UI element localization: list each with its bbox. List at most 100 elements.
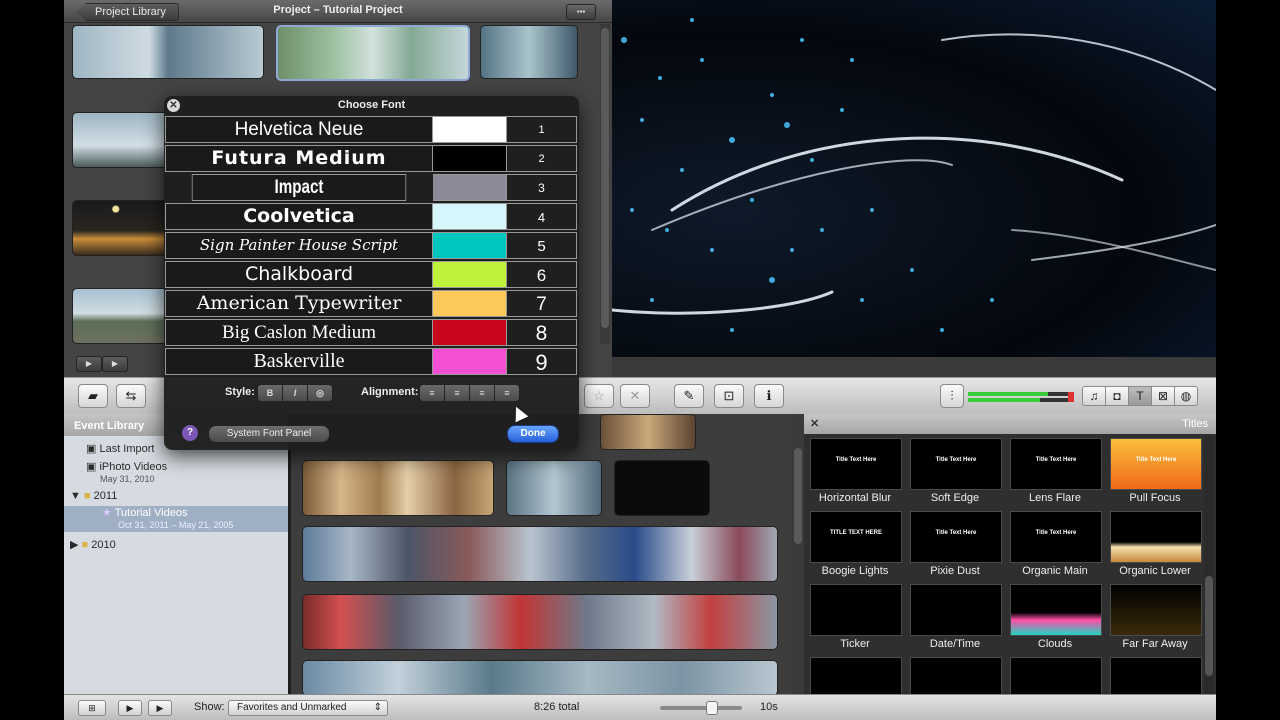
align-left-button[interactable]: ≡ xyxy=(419,384,445,402)
align-right-button[interactable]: ≡ xyxy=(494,384,520,402)
font-option-row[interactable]: Impact 3 xyxy=(165,174,577,201)
bold-button[interactable]: B xyxy=(257,384,283,402)
title-thumbnail[interactable] xyxy=(1110,511,1202,563)
project-clip[interactable] xyxy=(72,200,169,256)
font-option-row[interactable]: American Typewriter 7 xyxy=(165,290,577,317)
title-thumbnail[interactable] xyxy=(1110,657,1202,696)
font-name[interactable]: Helvetica Neue xyxy=(165,116,433,143)
title-thumbnail[interactable]: Title Text Here xyxy=(910,438,1002,490)
font-number[interactable]: 1 xyxy=(507,116,577,143)
inspector-button[interactable]: ℹ xyxy=(754,384,784,408)
transitions-browser-button[interactable]: ⊠ xyxy=(1151,386,1175,406)
play-fullscreen-button[interactable]: ▶ xyxy=(76,356,102,372)
event-clip[interactable] xyxy=(506,460,602,516)
event-scrollbar[interactable] xyxy=(792,414,804,694)
font-number[interactable]: 5 xyxy=(507,232,577,259)
font-name[interactable]: Impact xyxy=(191,174,407,201)
event-item-iphoto[interactable]: ▣ iPhoto Videos May 31, 2010 xyxy=(64,460,310,485)
close-titles-icon[interactable]: ✕ xyxy=(810,414,819,434)
show-filter-select[interactable]: Favorites and Unmarked ⇕ xyxy=(228,700,388,716)
font-name[interactable]: American Typewriter xyxy=(165,290,433,317)
title-thumbnail[interactable]: Title Text Here xyxy=(1010,511,1102,563)
font-option-row[interactable]: Sign Painter House Script 5 xyxy=(165,232,577,259)
title-thumbnail[interactable] xyxy=(810,657,902,696)
pane-divider[interactable] xyxy=(288,414,291,694)
project-clip[interactable] xyxy=(72,288,169,344)
title-thumbnail[interactable]: Title Text Here xyxy=(1010,438,1102,490)
font-color-swatch[interactable] xyxy=(433,261,507,288)
play-event-button[interactable]: ▶ xyxy=(148,700,172,716)
help-button[interactable]: ? xyxy=(182,425,198,441)
title-thumbnail[interactable] xyxy=(910,584,1002,636)
audio-adjust-button[interactable]: ⫶ xyxy=(940,384,964,408)
outline-button[interactable]: ◎ xyxy=(307,384,333,402)
font-color-swatch[interactable] xyxy=(433,232,507,259)
slider-knob[interactable] xyxy=(706,701,718,715)
event-clip[interactable] xyxy=(302,526,778,582)
crop-button[interactable]: ⊡ xyxy=(714,384,744,408)
font-name[interactable]: Coolvetica xyxy=(165,203,433,230)
event-item-tutorial-videos[interactable]: ★ Tutorial Videos Oct 31, 2011 – May 21,… xyxy=(64,506,326,532)
font-color-swatch[interactable] xyxy=(433,174,507,201)
dropper-button[interactable]: ✎ xyxy=(674,384,704,408)
add-event-button[interactable]: ⊞ xyxy=(78,700,106,716)
font-number[interactable]: 9 xyxy=(507,348,577,375)
clip-size-slider[interactable] xyxy=(660,701,742,715)
swap-button[interactable]: ⇆ xyxy=(116,384,146,408)
font-option-row[interactable]: Chalkboard 6 xyxy=(165,261,577,288)
project-clip[interactable] xyxy=(72,112,169,168)
italic-button[interactable]: I xyxy=(282,384,308,402)
font-name[interactable]: Sign Painter House Script xyxy=(165,232,433,259)
event-year-2011[interactable]: ▼ ■ 2011 xyxy=(64,490,294,502)
font-name[interactable]: Baskerville xyxy=(165,348,433,375)
project-scrollbar[interactable] xyxy=(600,24,610,344)
event-year-2010[interactable]: ▶ ■ 2010 xyxy=(64,538,294,551)
event-clip[interactable] xyxy=(302,660,778,696)
title-thumbnail[interactable] xyxy=(1010,584,1102,636)
favorite-button[interactable]: ☆ xyxy=(584,384,614,408)
font-color-swatch[interactable] xyxy=(433,116,507,143)
music-browser-button[interactable]: ♫ xyxy=(1082,386,1106,406)
font-option-row[interactable]: Baskerville 9 xyxy=(165,348,577,375)
done-button[interactable]: Done xyxy=(507,425,559,443)
title-thumbnail[interactable]: TITLE TEXT HERE xyxy=(810,511,902,563)
font-number[interactable]: 8 xyxy=(507,319,577,346)
play-project-button[interactable]: ▶ xyxy=(102,356,128,372)
title-thumbnail[interactable]: Title Text Here xyxy=(910,511,1002,563)
view-options-button[interactable]: ▪▪▪ xyxy=(566,4,596,20)
title-thumbnail[interactable] xyxy=(910,657,1002,696)
photo-browser-button[interactable]: ◘ xyxy=(1105,386,1129,406)
project-clip[interactable] xyxy=(276,25,470,81)
font-color-swatch[interactable] xyxy=(433,290,507,317)
font-option-row[interactable]: Helvetica Neue 1 xyxy=(165,116,577,143)
event-clip[interactable] xyxy=(302,594,778,650)
title-thumbnail[interactable] xyxy=(1110,584,1202,636)
system-font-panel-button[interactable]: System Font Panel xyxy=(208,425,330,443)
font-option-row[interactable]: Coolvetica 4 xyxy=(165,203,577,230)
align-justify-button[interactable]: ≡ xyxy=(469,384,495,402)
font-name[interactable]: Futura Medium xyxy=(165,145,433,172)
title-thumbnail[interactable] xyxy=(1010,657,1102,696)
font-option-row[interactable]: Futura Medium 2 xyxy=(165,145,577,172)
event-clip[interactable] xyxy=(302,460,494,516)
project-clip[interactable] xyxy=(480,25,578,79)
font-color-swatch[interactable] xyxy=(433,348,507,375)
title-thumbnail[interactable] xyxy=(810,584,902,636)
font-name[interactable]: Chalkboard xyxy=(165,261,433,288)
align-center-button[interactable]: ≡ xyxy=(444,384,470,402)
play-fullscreen-event-button[interactable]: ▶ xyxy=(118,700,142,716)
font-color-swatch[interactable] xyxy=(433,145,507,172)
font-number[interactable]: 3 xyxy=(507,174,577,201)
font-color-swatch[interactable] xyxy=(433,319,507,346)
font-number[interactable]: 7 xyxy=(507,290,577,317)
font-color-swatch[interactable] xyxy=(433,203,507,230)
video-viewer[interactable] xyxy=(612,0,1216,357)
maps-browser-button[interactable]: ◍ xyxy=(1174,386,1198,406)
font-option-row[interactable]: Big Caslon Medium 8 xyxy=(165,319,577,346)
font-number[interactable]: 6 xyxy=(507,261,577,288)
reject-button[interactable]: ✕ xyxy=(620,384,650,408)
title-thumbnail[interactable]: Title Text Here xyxy=(810,438,902,490)
font-number[interactable]: 2 xyxy=(507,145,577,172)
project-clip[interactable] xyxy=(72,25,264,79)
font-name[interactable]: Big Caslon Medium xyxy=(165,319,433,346)
